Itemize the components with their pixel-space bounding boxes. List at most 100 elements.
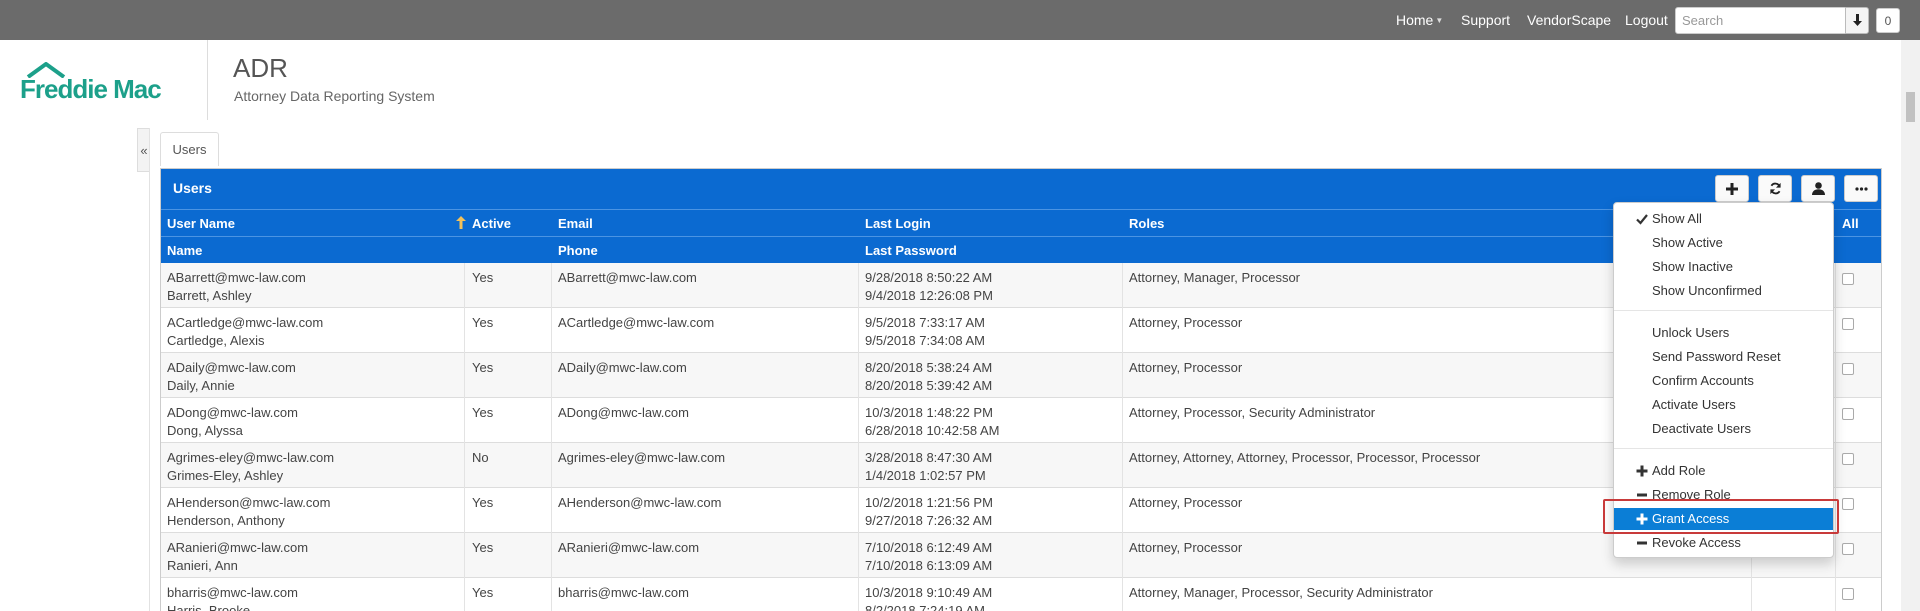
menu-send-password-reset[interactable]: Send Password Reset [1614, 346, 1833, 368]
menu-show-all[interactable]: Show All [1614, 208, 1833, 230]
cell-username: AHenderson@mwc-law.com [167, 495, 331, 510]
plus-icon [1726, 182, 1738, 195]
menu-activate-users[interactable]: Activate Users [1614, 394, 1833, 416]
nav-logout-link[interactable]: Logout [1625, 12, 1668, 28]
menu-divider [1614, 448, 1833, 449]
column-divider [858, 578, 859, 611]
menu-revoke-access[interactable]: Revoke Access [1614, 532, 1833, 554]
row-select-checkbox[interactable] [1842, 408, 1854, 420]
col-last-password[interactable]: Last Password [865, 243, 957, 258]
tab-users[interactable]: Users [160, 132, 219, 166]
column-divider [464, 263, 465, 308]
col-username[interactable]: User Name [167, 216, 235, 231]
menu-unlock-users[interactable]: Unlock Users [1614, 322, 1833, 344]
column-divider [551, 578, 552, 611]
cell-last-login: 10/2/2018 1:21:56 PM [865, 495, 993, 510]
cell-email: bharris@mwc-law.com [558, 585, 689, 600]
column-divider [1835, 443, 1836, 488]
header-divider [207, 40, 208, 120]
cell-email: Agrimes-eley@mwc-law.com [558, 450, 726, 465]
more-options-button[interactable] [1844, 175, 1878, 202]
row-select-checkbox[interactable] [1842, 363, 1854, 375]
refresh-button[interactable] [1758, 175, 1792, 202]
menu-show-unconfirmed[interactable]: Show Unconfirmed [1614, 280, 1833, 302]
nav-support-link[interactable]: Support [1461, 12, 1510, 28]
column-divider [551, 443, 552, 488]
col-phone[interactable]: Phone [558, 243, 598, 258]
cell-last-password: 6/28/2018 10:42:58 AM [865, 423, 1000, 438]
scrollbar-thumb[interactable] [1906, 92, 1915, 122]
menu-add-role[interactable]: Add Role [1614, 460, 1833, 482]
menu-show-active[interactable]: Show Active [1614, 232, 1833, 254]
cell-name: Daily, Annie [167, 378, 235, 393]
cell-last-login: 10/3/2018 1:48:22 PM [865, 405, 993, 420]
search-input[interactable] [1675, 7, 1846, 34]
col-name[interactable]: Name [167, 243, 202, 258]
cell-username: ACartledge@mwc-law.com [167, 315, 324, 330]
menu-label: Revoke Access [1652, 535, 1741, 550]
nav-vendorscape-link[interactable]: VendorScape [1527, 12, 1611, 28]
cell-last-password: 9/27/2018 7:26:32 AM [865, 513, 993, 528]
column-divider [1835, 308, 1836, 353]
cell-active: Yes [472, 360, 494, 375]
row-select-checkbox[interactable] [1842, 453, 1854, 465]
nav-home-link[interactable]: Home [1396, 12, 1433, 28]
menu-remove-role[interactable]: Remove Role [1614, 484, 1833, 506]
col-last-login[interactable]: Last Login [865, 216, 931, 231]
cell-username: ADong@mwc-law.com [167, 405, 298, 420]
cell-email: ACartledge@mwc-law.com [558, 315, 715, 330]
double-chevron-left-icon: « [140, 142, 148, 158]
sort-up-icon[interactable] [456, 216, 466, 229]
menu-label: Confirm Accounts [1652, 373, 1754, 388]
column-divider [1122, 578, 1123, 611]
row-select-checkbox[interactable] [1842, 318, 1854, 330]
col-email[interactable]: Email [558, 216, 593, 231]
table-row[interactable]: bharris@mwc-law.com Harris, Brooke Yes bhar… [161, 578, 1881, 611]
cell-roles: Attorney, Attorney, Attorney, Processor,… [1129, 450, 1481, 465]
cell-last-login: 7/10/2018 6:12:49 AM [865, 540, 993, 555]
cell-roles: Attorney, Processor [1129, 495, 1243, 510]
row-select-checkbox[interactable] [1842, 543, 1854, 555]
column-divider [1122, 443, 1123, 488]
menu-deactivate-users[interactable]: Deactivate Users [1614, 418, 1833, 440]
column-divider [551, 533, 552, 578]
cell-name: Ranieri, Ann [167, 558, 238, 573]
nav-home[interactable]: Home ▼ [1396, 0, 1443, 40]
menu-label: Remove Role [1652, 487, 1731, 502]
search-download-button[interactable] [1845, 7, 1869, 34]
menu-label: Activate Users [1652, 397, 1736, 412]
cell-email: ADong@mwc-law.com [558, 405, 689, 420]
add-user-button[interactable] [1715, 175, 1749, 202]
cell-email: ARanieri@mwc-law.com [558, 540, 700, 555]
page-scrollbar[interactable] [1901, 40, 1920, 611]
user-profile-button[interactable] [1801, 175, 1835, 202]
column-divider [464, 443, 465, 488]
menu-show-inactive[interactable]: Show Inactive [1614, 256, 1833, 278]
menu-label: Send Password Reset [1652, 349, 1781, 364]
minus-icon [1637, 493, 1647, 497]
refresh-icon [1769, 182, 1781, 195]
content-border [149, 128, 150, 611]
cell-active: No [472, 450, 489, 465]
col-roles[interactable]: Roles [1129, 216, 1164, 231]
cell-last-login: 8/20/2018 5:38:24 AM [865, 360, 993, 375]
column-divider [464, 578, 465, 611]
plus-icon [1636, 513, 1648, 525]
column-divider [1122, 308, 1123, 353]
count-badge[interactable]: 0 [1876, 8, 1900, 33]
ellipsis-icon [1854, 186, 1868, 191]
page-subtitle: Attorney Data Reporting System [234, 88, 435, 104]
column-divider [551, 488, 552, 533]
col-active[interactable]: Active [472, 216, 511, 231]
cell-roles: Attorney, Processor, Security Administra… [1129, 405, 1376, 420]
row-select-checkbox[interactable] [1842, 588, 1854, 600]
row-select-checkbox[interactable] [1842, 498, 1854, 510]
cell-last-password: 7/10/2018 6:13:09 AM [865, 558, 993, 573]
menu-confirm-accounts[interactable]: Confirm Accounts [1614, 370, 1833, 392]
col-all[interactable]: All [1842, 216, 1859, 231]
cell-email: ABarrett@mwc-law.com [558, 270, 697, 285]
row-select-checkbox[interactable] [1842, 273, 1854, 285]
menu-divider [1614, 310, 1833, 311]
column-divider [1122, 263, 1123, 308]
menu-grant-access[interactable]: Grant Access [1614, 508, 1833, 530]
